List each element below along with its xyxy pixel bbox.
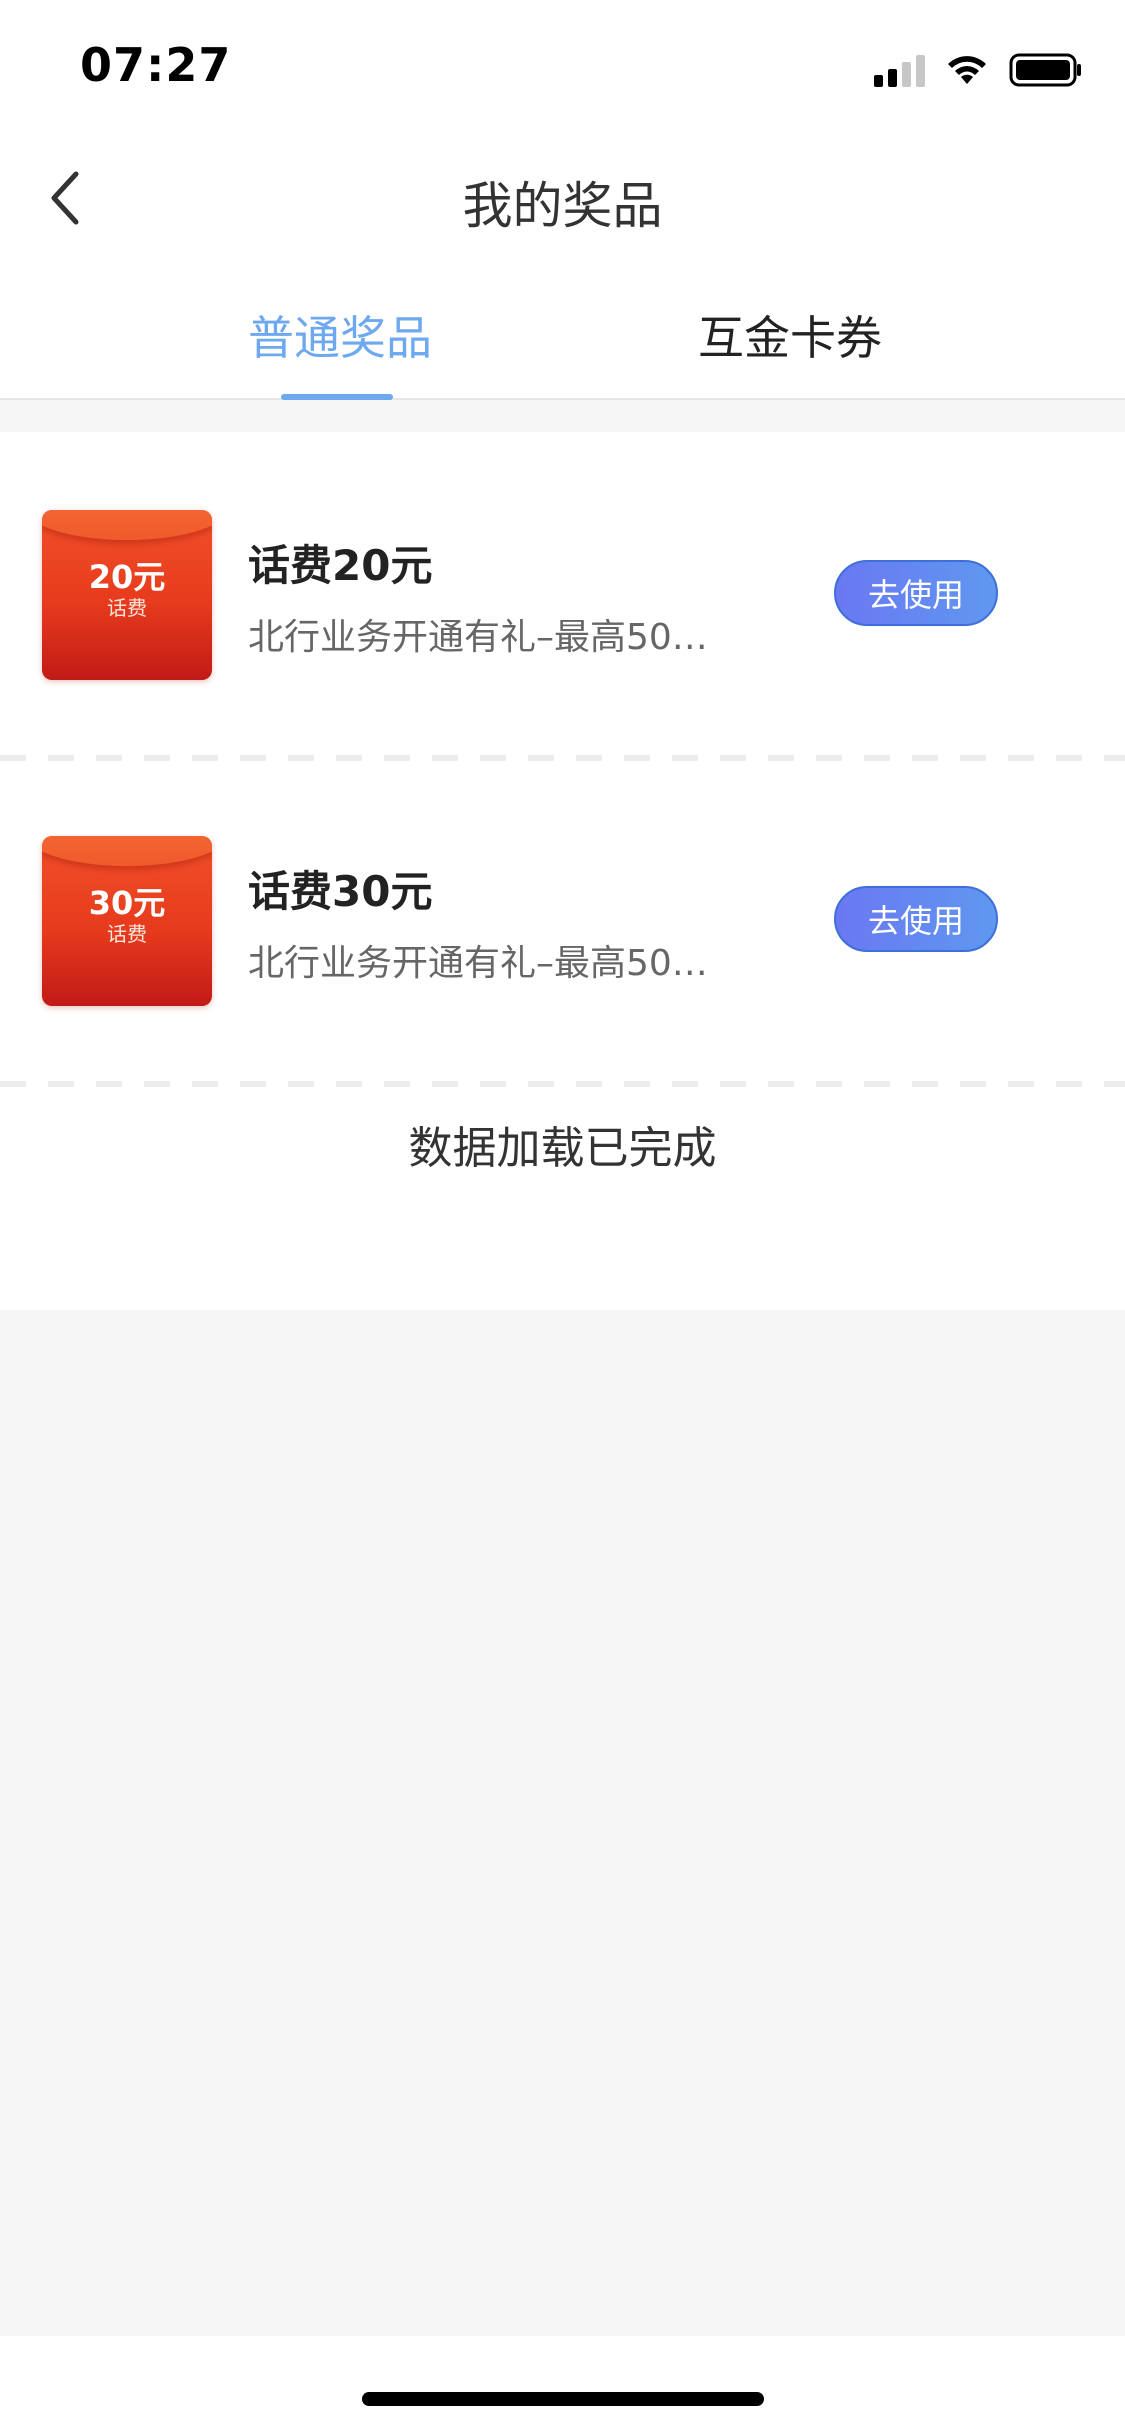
thumb-label: 话费 [107,922,147,946]
bottom-bar [0,2336,1125,2436]
tab-normal-prizes[interactable]: 普通奖品 [248,302,432,368]
home-indicator[interactable] [362,2392,764,2406]
prize-description: 北行业务开通有礼–最高50… [248,943,708,984]
status-bar: 07:27 [0,0,1125,132]
battery-icon [1009,53,1081,87]
list-item: 30元 话费 话费30元 北行业务开通有礼–最高50… 去使用 [0,758,1125,1087]
wifi-icon [948,56,986,84]
use-button[interactable]: 去使用 [834,886,998,952]
red-envelope-icon: 30元 话费 [42,836,212,1006]
tab-bar: 普通奖品 互金卡券 [0,264,1125,400]
load-complete-text: 数据加载已完成 [408,1123,717,1174]
screen: 07:27 我的奖品 普通奖品 互金卡券 20元 话费 话费20元 北行业务开通… [0,0,1125,2436]
red-envelope-icon: 20元 话费 [42,510,212,680]
prize-title: 话费30元 [248,867,433,916]
prize-title: 话费20元 [248,541,433,590]
dashed-divider [0,1081,1125,1087]
nav-bar: 我的奖品 [0,132,1125,264]
cellular-signal-icon [874,53,925,87]
status-icons [874,50,1083,90]
use-button[interactable]: 去使用 [834,560,998,626]
tab-active-indicator [281,394,393,400]
prize-list: 20元 话费 话费20元 北行业务开通有礼–最高50… 去使用 30元 话费 话… [0,432,1125,1310]
tab-financial-coupons[interactable]: 互金卡券 [698,302,882,368]
status-time: 07:27 [80,38,232,92]
prize-description: 北行业务开通有礼–最高50… [248,617,708,658]
page-title: 我的奖品 [462,177,663,235]
list-item: 20元 话费 话费20元 北行业务开通有礼–最高50… 去使用 [0,432,1125,761]
thumb-label: 话费 [107,596,147,620]
